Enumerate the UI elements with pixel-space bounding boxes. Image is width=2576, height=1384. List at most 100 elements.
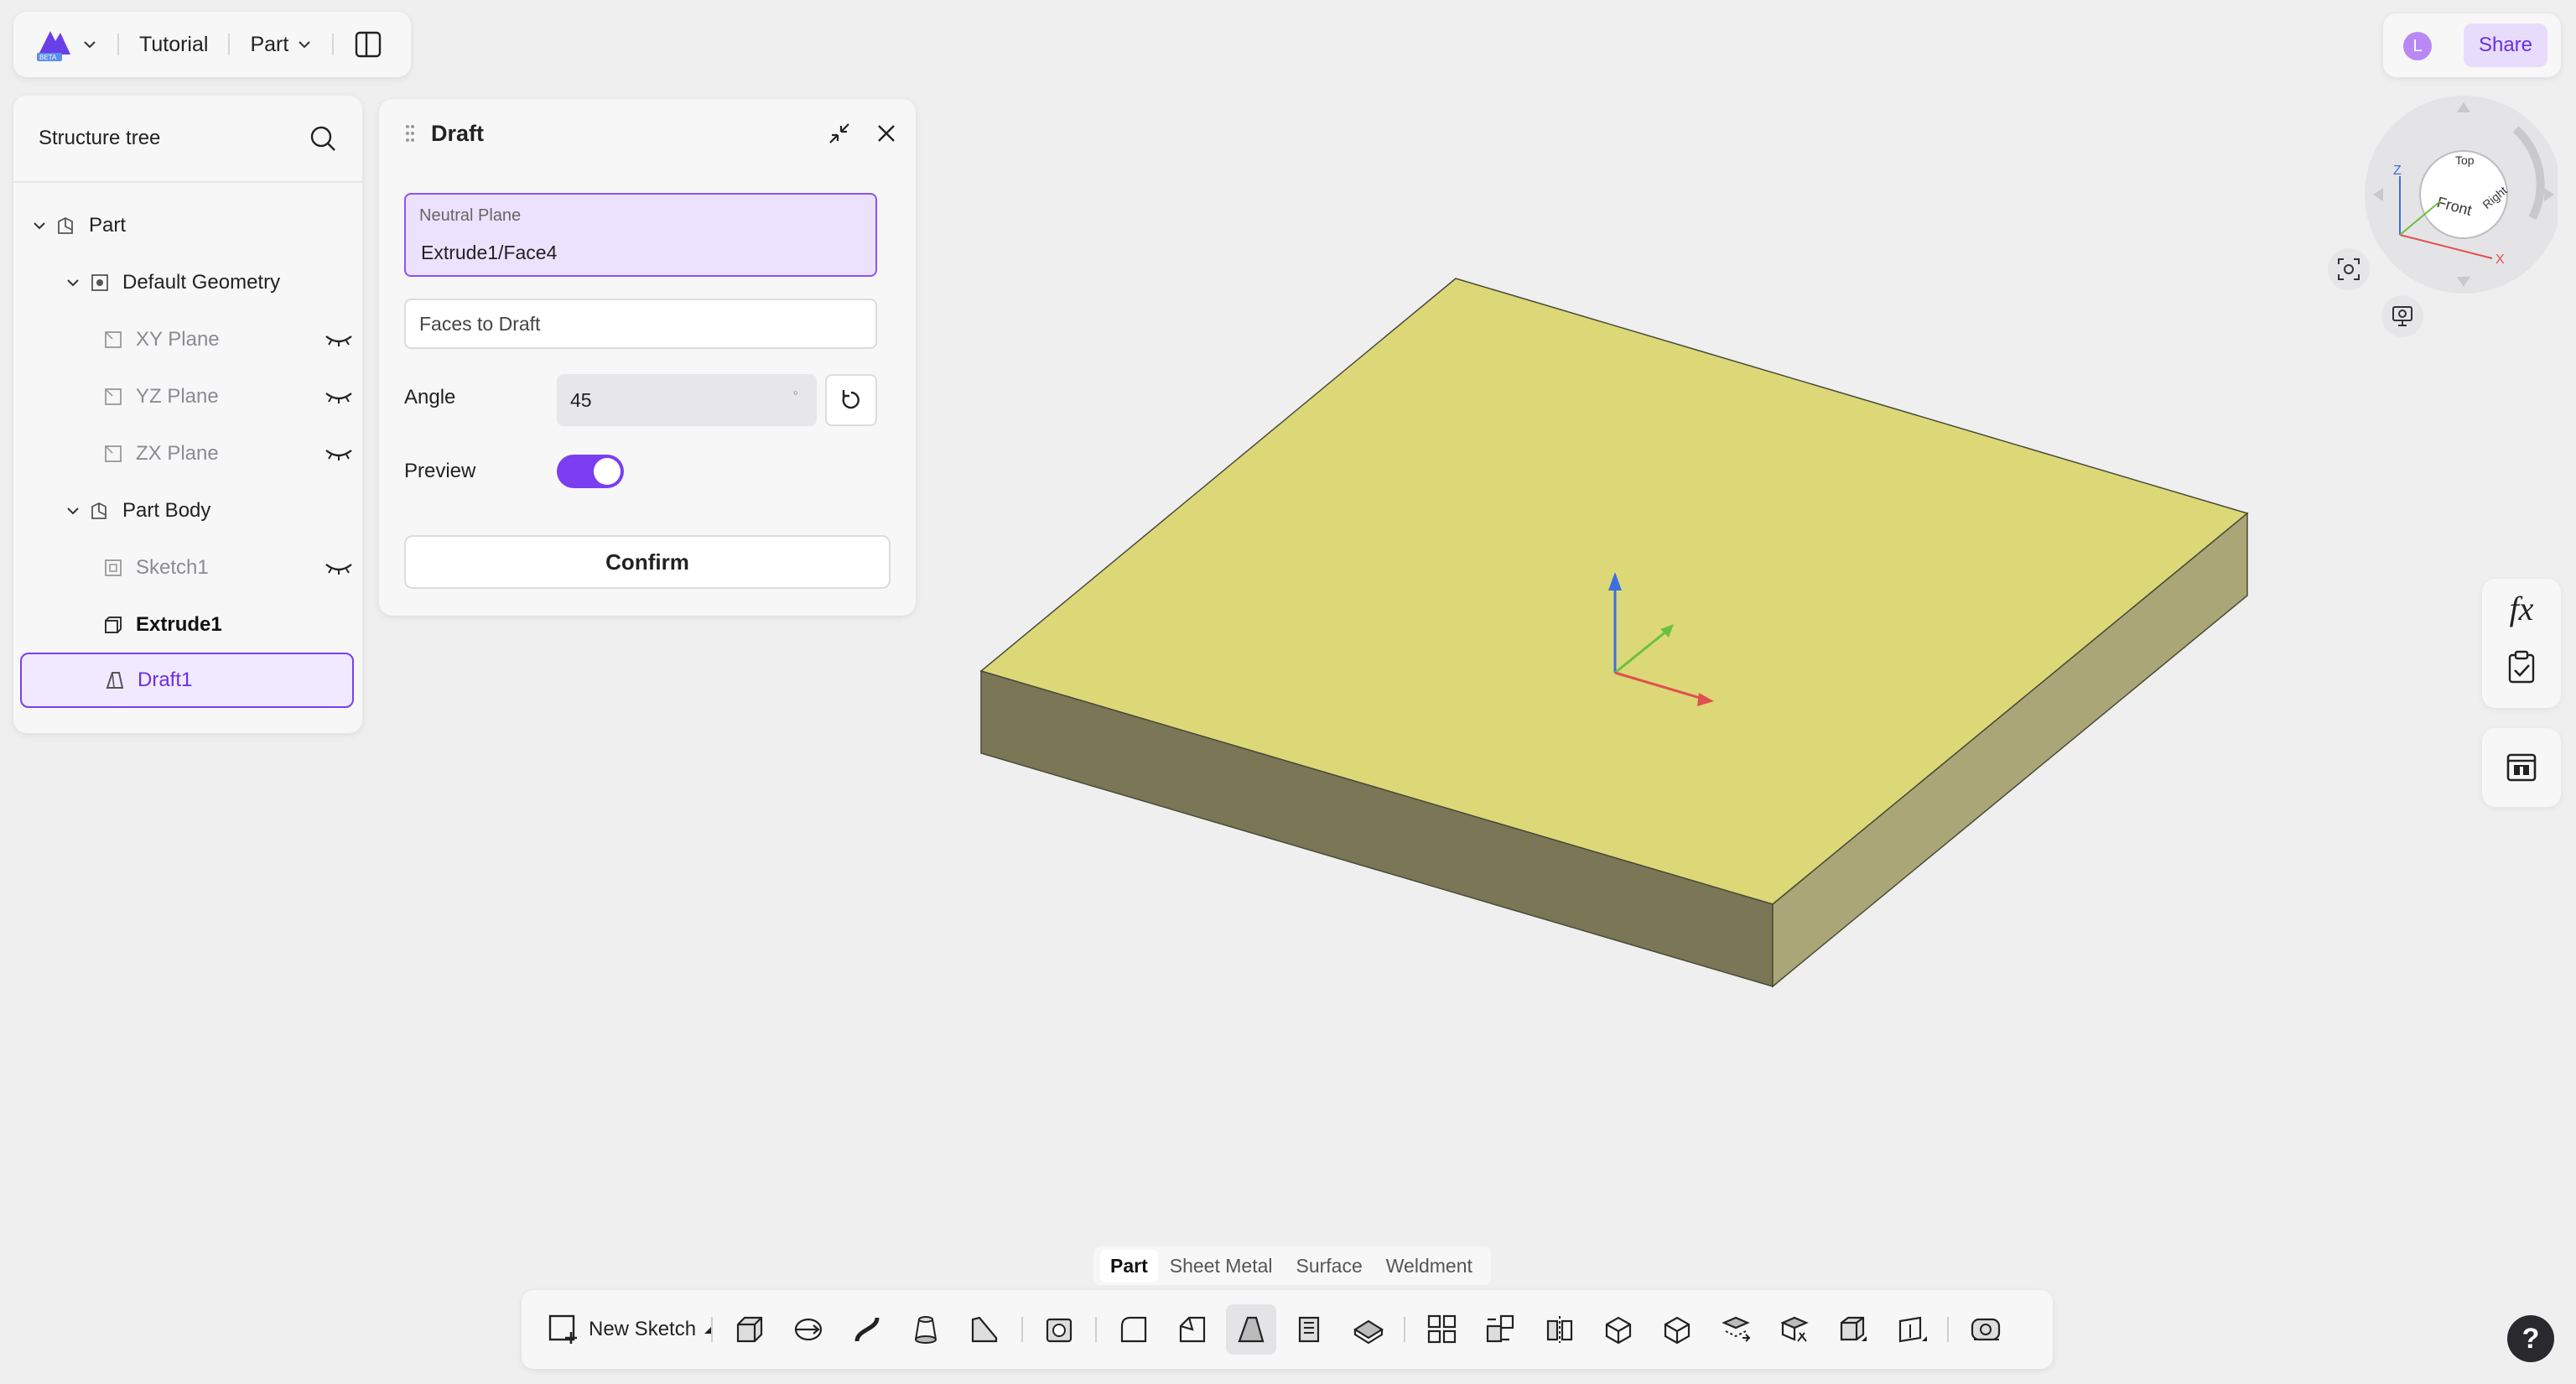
fx-icon: fx [2509, 589, 2534, 627]
angle-input[interactable]: 45 ° [557, 374, 817, 426]
revolve-tool[interactable] [783, 1304, 834, 1355]
split-icon [1664, 1316, 1690, 1345]
onshape-beta-logo-icon[interactable]: BETA [35, 26, 74, 63]
pattern-icon [1427, 1314, 1457, 1344]
tree-item-label: Part [89, 214, 127, 237]
chevron-down-icon [299, 41, 311, 49]
divider [228, 34, 231, 55]
shell-icon [1046, 1318, 1072, 1343]
divider [1021, 1317, 1023, 1342]
panel-layout-icon[interactable] [354, 30, 382, 59]
boolean-tool[interactable] [1593, 1304, 1644, 1355]
close-icon[interactable] [875, 122, 897, 144]
view-cube[interactable]: Top Front Right Z X [2356, 92, 2558, 302]
chevron-down-icon[interactable] [32, 218, 47, 233]
mirror-tool[interactable] [1535, 1304, 1585, 1355]
loft-icon [915, 1316, 937, 1344]
extrude-icon [105, 617, 122, 633]
tree-item-label: Part Body [122, 499, 211, 522]
tree-item-extrude1[interactable]: Extrude1 [102, 597, 222, 653]
transform-icon [1486, 1314, 1514, 1343]
tree-item-sketch1[interactable]: Sketch1 [102, 540, 354, 596]
avatar[interactable]: L [2403, 32, 2432, 60]
template-button[interactable] [2482, 728, 2561, 807]
tab-sheet-metal[interactable]: Sheet Metal [1158, 1255, 1285, 1277]
chevron-down-icon[interactable] [65, 275, 80, 290]
new-sketch-icon [548, 1314, 577, 1344]
tree-item-draft1[interactable]: Draft1 [20, 653, 354, 708]
tab-part[interactable]: Part [1100, 1249, 1158, 1283]
workspace-dropdown[interactable]: Part [250, 33, 312, 57]
loft-tool[interactable] [901, 1304, 951, 1355]
flip-direction-button[interactable] [825, 374, 877, 426]
tree-item-label: Draft1 [138, 669, 193, 691]
faces-to-draft-field[interactable]: Faces to Draft [404, 299, 877, 349]
document-title[interactable]: Tutorial [139, 33, 208, 57]
fit-view-button[interactable] [2328, 248, 2370, 290]
eye-closed-icon[interactable] [324, 559, 354, 576]
sweep-tool[interactable] [842, 1304, 892, 1355]
structure-tree-title: Structure tree [39, 127, 161, 149]
wrap-tool[interactable] [1343, 1304, 1394, 1355]
checklist-button[interactable] [2482, 637, 2561, 696]
tab-weldment[interactable]: Weldment [1374, 1255, 1484, 1277]
tree-item-label: YZ Plane [136, 385, 219, 408]
chevron-down-icon[interactable] [65, 503, 80, 518]
help-button[interactable]: ? [2507, 1315, 2554, 1362]
rotate-icon [842, 390, 860, 409]
confirm-button[interactable]: Confirm [404, 535, 891, 589]
sketch-icon [105, 559, 122, 576]
clipboard-check-icon [2508, 650, 2535, 684]
delete-face-tool[interactable] [1769, 1304, 1820, 1355]
fillet-tool[interactable] [1109, 1304, 1159, 1355]
eye-closed-icon[interactable] [324, 331, 354, 348]
tree-item-part[interactable]: Part [32, 198, 126, 253]
display-mode-button[interactable] [2381, 295, 2423, 337]
drag-handle-icon[interactable] [404, 123, 416, 143]
thicken-tool[interactable] [1285, 1304, 1335, 1355]
tree-item-part-body[interactable]: Part Body [65, 483, 210, 539]
move-face-tool[interactable] [1711, 1304, 1761, 1355]
split-tool[interactable] [1652, 1304, 1702, 1355]
tree-item-yz-plane[interactable]: YZ Plane [102, 369, 354, 424]
search-icon[interactable] [309, 124, 337, 153]
tree-item-zx-plane[interactable]: ZX Plane [102, 426, 354, 481]
tree-item-default-geometry[interactable]: Default Geometry [65, 255, 280, 310]
tree-item-xy-plane[interactable]: XY Plane [102, 312, 354, 367]
replace-face-tool[interactable] [1828, 1304, 1878, 1355]
collapse-icon[interactable] [827, 121, 852, 146]
rib-tool[interactable] [959, 1304, 1010, 1355]
revolve-icon [794, 1318, 823, 1341]
eye-closed-icon[interactable] [324, 388, 354, 405]
transform-tool[interactable] [1476, 1304, 1526, 1355]
part-body-icon [91, 502, 106, 519]
chamfer-tool[interactable] [1167, 1304, 1218, 1355]
variables-button[interactable]: fx [2482, 579, 2561, 637]
plane-tool[interactable] [1887, 1304, 1937, 1355]
draft-tool[interactable] [1226, 1304, 1276, 1355]
plane-icon [105, 445, 122, 462]
display-icon [2392, 306, 2412, 326]
default-geometry-icon [91, 274, 108, 291]
tape-measure-icon [1971, 1318, 2001, 1341]
shell-tool[interactable] [1035, 1304, 1085, 1355]
sweep-icon [854, 1317, 880, 1342]
neutral-plane-field[interactable]: Neutral Plane Extrude1/Face4 [404, 193, 877, 277]
tree-item-label: ZX Plane [136, 442, 219, 465]
divider [117, 34, 119, 55]
chevron-down-icon[interactable] [82, 37, 97, 52]
neutral-plane-label: Neutral Plane [419, 206, 522, 225]
extrude-tool[interactable] [724, 1304, 775, 1355]
tab-surface[interactable]: Surface [1285, 1255, 1374, 1277]
share-button[interactable]: Share [2464, 23, 2547, 67]
template-icon [2506, 753, 2537, 782]
part-icon [58, 216, 73, 234]
preview-toggle[interactable] [557, 455, 624, 488]
extrude-icon [736, 1316, 763, 1343]
measure-tool[interactable] [1961, 1304, 2011, 1355]
tree-item-label: XY Plane [136, 328, 220, 351]
eye-closed-icon[interactable] [324, 445, 354, 462]
new-sketch-button[interactable]: New Sketch [547, 1304, 714, 1355]
new-sketch-label: New Sketch [589, 1318, 697, 1340]
pattern-tool[interactable] [1417, 1304, 1467, 1355]
